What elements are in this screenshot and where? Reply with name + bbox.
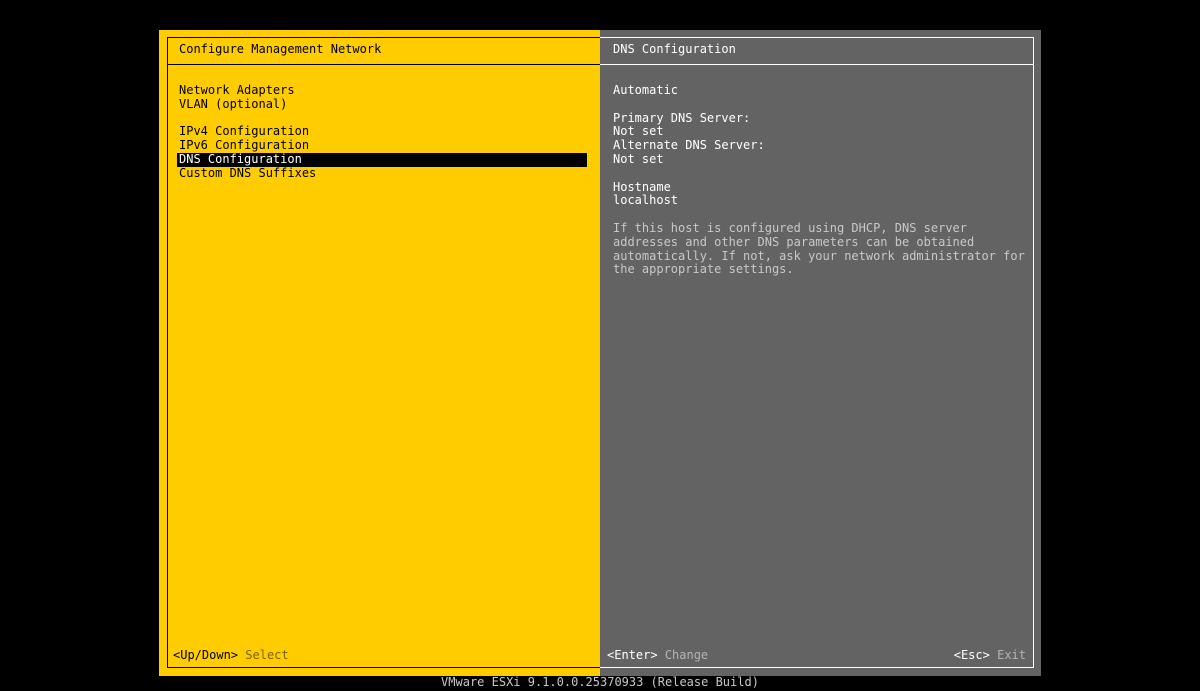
menu-item-network-adapters[interactable]: Network Adapters (177, 83, 587, 98)
menu-item-vlan[interactable]: VLAN (optional) (177, 97, 587, 112)
details-panel-divider (600, 64, 1034, 65)
menu-spacer (177, 112, 587, 126)
details-panel-title: DNS Configuration (613, 42, 736, 56)
enter-key[interactable]: <Enter> (607, 648, 658, 662)
select-hint-label: Select (245, 648, 289, 662)
menu-panel-title: Configure Management Network (179, 42, 382, 56)
dns-details: Automatic Primary DNS Server: Not set Al… (613, 83, 1028, 277)
details-panel: DNS Configuration Automatic Primary DNS … (600, 30, 1041, 676)
hostname-value: localhost (613, 193, 679, 208)
menu-panel-divider (167, 64, 600, 65)
version-status-bar: VMware ESXi 9.1.0.0.25370933 (Release Bu… (441, 675, 759, 689)
configuration-menu: Network Adapters VLAN (optional) IPv4 Co… (177, 83, 587, 181)
dns-mode: Automatic (613, 83, 679, 97)
details-spacer (613, 167, 1028, 181)
menu-item-ipv6-configuration[interactable]: IPv6 Configuration (177, 138, 587, 153)
change-hint: <Enter> Change (607, 648, 709, 663)
esc-key[interactable]: <Esc> (954, 648, 990, 662)
details-spacer (613, 208, 1028, 222)
hostname-label: Hostname (613, 179, 671, 194)
dns-help-text: If this host is configured using DHCP, D… (613, 220, 1025, 277)
menu-item-dns-configuration[interactable]: DNS Configuration (177, 152, 587, 167)
menu-item-custom-dns-suffixes[interactable]: Custom DNS Suffixes (177, 166, 587, 181)
menu-panel: Configure Management Network Network Ada… (159, 30, 600, 676)
exit-hint: <Esc> Exit (954, 648, 1026, 663)
select-hint: <Up/Down> Select (173, 648, 289, 663)
alternate-dns-value: Not set (613, 151, 664, 166)
alternate-dns-label: Alternate DNS Server: (613, 138, 765, 153)
primary-dns-label: Primary DNS Server: (613, 110, 751, 125)
details-spacer (613, 98, 1028, 112)
change-hint-label: Change (664, 648, 709, 662)
primary-dns-value: Not set (613, 124, 664, 139)
menu-item-ipv4-configuration[interactable]: IPv4 Configuration (177, 125, 587, 139)
up-down-key[interactable]: <Up/Down> (173, 648, 238, 662)
exit-hint-label: Exit (997, 648, 1026, 662)
